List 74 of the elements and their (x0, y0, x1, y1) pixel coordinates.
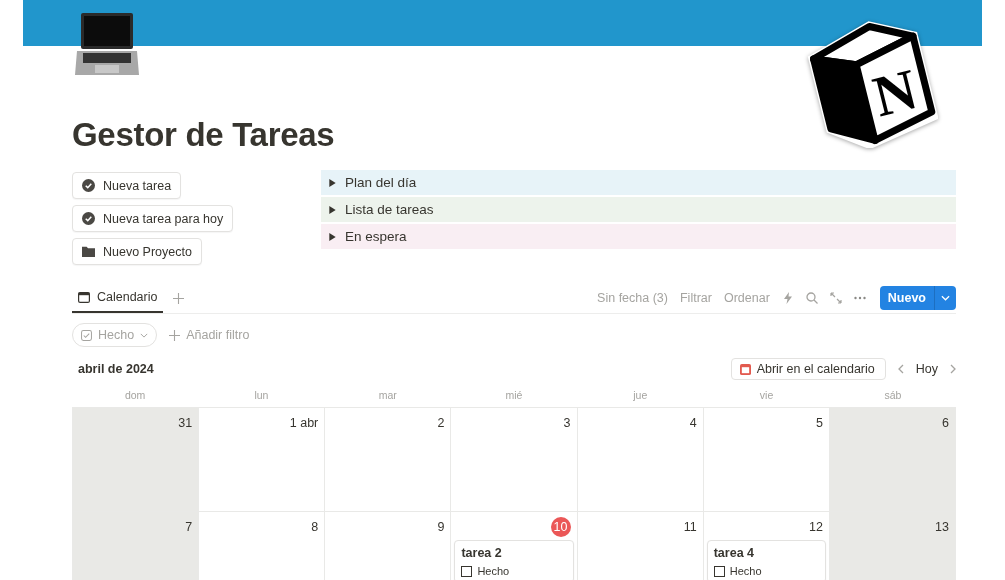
day-cell[interactable]: 7 (73, 512, 200, 580)
page-title: Gestor de Tareas (72, 115, 336, 155)
chevron-left-icon[interactable] (897, 364, 904, 374)
weekday-label: dom (123, 389, 147, 401)
month-label: abril de 2024 (78, 362, 154, 376)
expand-icon[interactable] (829, 292, 842, 304)
day-number: 7 (185, 520, 193, 534)
checkbox[interactable] (461, 565, 473, 577)
view-tab[interactable]: Calendario (72, 283, 164, 313)
day-number: 3 (563, 416, 571, 430)
day-number: 9 (437, 520, 445, 534)
day-cell[interactable]: 4 (577, 408, 704, 512)
day-number: 1 abr (289, 416, 319, 430)
checkbox[interactable] (713, 565, 725, 577)
day-cell[interactable]: 1 abr (199, 408, 326, 512)
day-number: 5 (815, 416, 823, 430)
calendar-icon (78, 291, 90, 303)
event-card[interactable]: tarea 2 Hecho (454, 540, 574, 580)
open-calendar-button[interactable]: Abrir en el calendario (730, 358, 886, 380)
weekday-label: lun (253, 389, 270, 401)
check-circle-icon (82, 212, 95, 225)
event-card[interactable]: tarea 4 Hecho (706, 540, 826, 580)
chevron-down-icon (941, 295, 950, 301)
property-label: Hecho (729, 565, 762, 577)
plus-icon (169, 329, 181, 341)
chevron-right-icon[interactable] (950, 364, 956, 374)
new-dropdown-button[interactable] (934, 286, 956, 310)
event-title: tarea 2 (461, 546, 503, 560)
day-number: 12 (808, 520, 823, 534)
day-number: 11 (683, 520, 697, 534)
calendar-icon (739, 363, 751, 375)
search-icon[interactable] (805, 292, 818, 304)
day-cell[interactable]: 31 (73, 408, 200, 512)
day-number: 31 (178, 416, 193, 430)
laptop-icon (75, 11, 139, 77)
toggle-label: En espera (345, 229, 407, 244)
weekday-label: mar (377, 389, 398, 401)
day-number: 10 (550, 517, 571, 537)
weekday-label: jue (632, 389, 649, 401)
day-cell[interactable]: 6 (829, 408, 956, 512)
day-cell[interactable]: 10 tarea 2 Hecho (451, 512, 578, 580)
toggle-block[interactable]: Plan del día (321, 170, 956, 195)
plus-icon[interactable] (173, 292, 185, 304)
weekday-label: vie (758, 389, 775, 401)
toggle-block[interactable]: Lista de tareas (321, 197, 956, 222)
triangle-right-icon (329, 205, 336, 214)
new-button[interactable]: Nuevo (879, 286, 934, 310)
weekday-label: sáb (883, 389, 903, 401)
template-button[interactable]: Nueva tarea (72, 172, 182, 199)
triangle-right-icon (329, 232, 336, 241)
day-number: 4 (689, 416, 697, 430)
day-cell[interactable]: 3 (451, 408, 578, 512)
event-title: tarea 4 (713, 546, 755, 560)
weekday-label: mié (504, 389, 524, 401)
day-number: 6 (942, 416, 949, 430)
today-button[interactable]: Hoy (915, 362, 938, 376)
checkbox-icon (81, 329, 92, 341)
chevron-down-icon (140, 332, 149, 338)
template-button[interactable]: Nuevo Proyecto (72, 238, 202, 265)
toggle-label: Lista de tareas (345, 202, 434, 217)
day-cell[interactable]: 13 (829, 512, 956, 580)
day-number: 8 (311, 520, 319, 534)
day-cell[interactable]: 5 (703, 408, 830, 512)
toggle-label: Plan del día (345, 175, 417, 190)
day-number: 13 (935, 520, 949, 534)
template-button[interactable]: Nueva tarea para hoy (72, 205, 234, 232)
day-number: 2 (437, 416, 445, 430)
triangle-right-icon (329, 178, 336, 187)
lightning-icon[interactable] (781, 292, 794, 304)
check-circle-icon (82, 179, 95, 192)
toggle-block[interactable]: En espera (321, 224, 956, 249)
property-label: Hecho (477, 565, 510, 577)
day-cell[interactable]: 2 (325, 408, 452, 512)
folder-icon (82, 245, 95, 258)
